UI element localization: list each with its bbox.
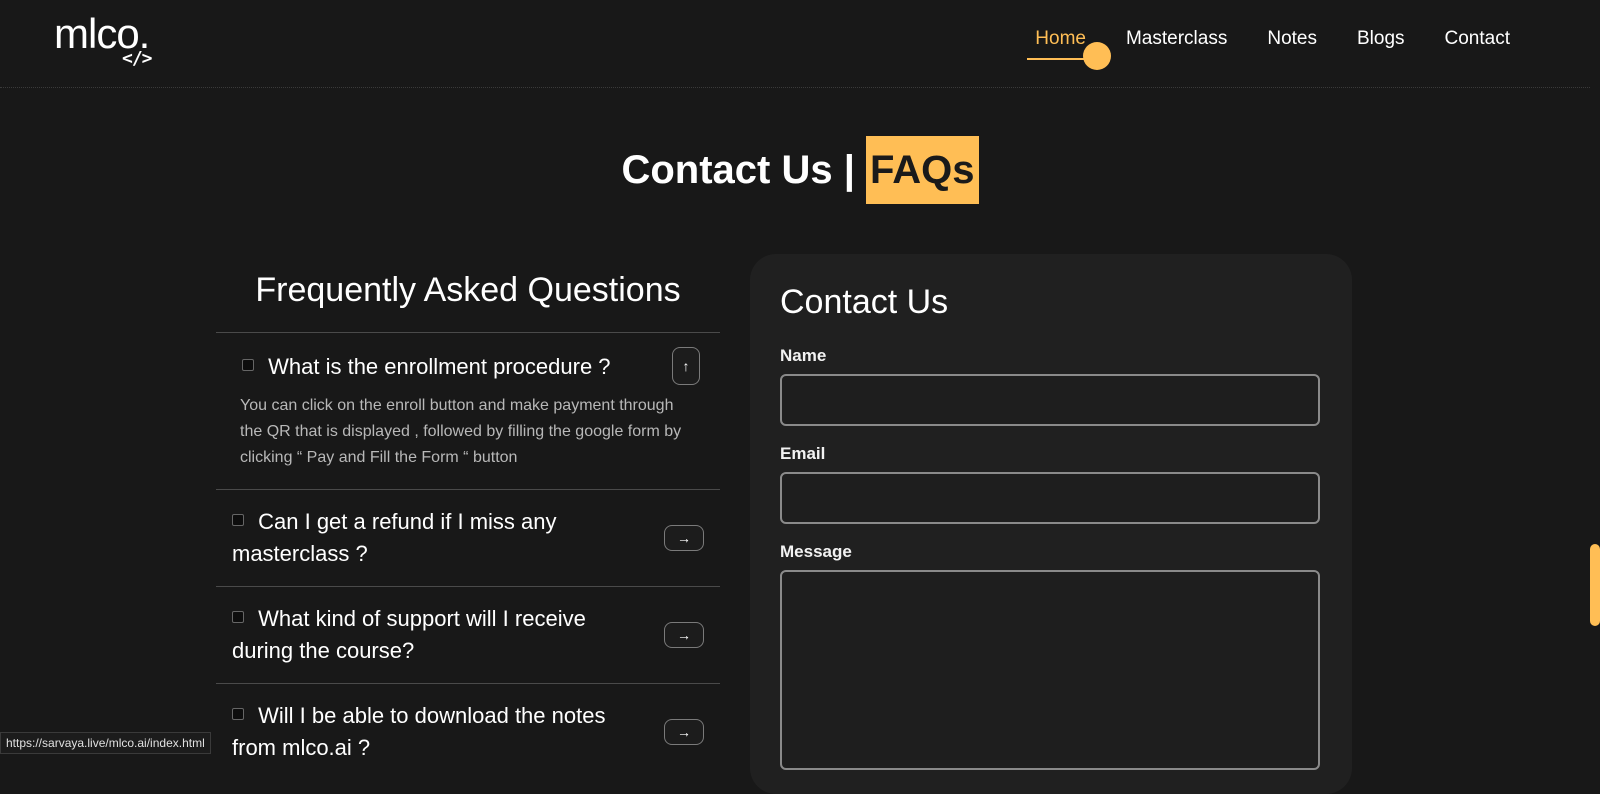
faq-checkbox[interactable] <box>232 611 244 623</box>
faq-item: What is the enrollment procedure ? ↑ You… <box>216 332 720 489</box>
faq-question-text: Can I get a refund if I miss any masterc… <box>232 509 557 566</box>
faq-section: Frequently Asked Questions What is the e… <box>216 268 720 780</box>
faq-checkbox[interactable] <box>232 514 244 526</box>
faq-item: Can I get a refund if I miss any masterc… <box>216 489 720 586</box>
contact-form-card: Contact Us Name Email Message <box>750 254 1352 794</box>
contact-title: Contact Us <box>780 280 1322 324</box>
faq-checkbox[interactable] <box>232 708 244 720</box>
name-label: Name <box>780 346 1322 366</box>
faq-item: Will I be able to download the notes fro… <box>216 683 720 780</box>
logo-code-icon: </> <box>122 48 152 69</box>
page-title-highlight: FAQs <box>866 136 978 204</box>
message-label: Message <box>780 542 1322 562</box>
faq-question-text: What kind of support will I receive duri… <box>232 606 586 663</box>
name-input[interactable] <box>780 374 1320 426</box>
arrow-right-icon[interactable]: → <box>664 719 704 745</box>
nav-contact[interactable]: Contact <box>1425 24 1530 54</box>
email-label: Email <box>780 444 1322 464</box>
site-header: mlco. </> Home Masterclass Notes Blogs C… <box>0 0 1590 88</box>
faq-checkbox[interactable] <box>242 359 254 371</box>
nav-masterclass[interactable]: Masterclass <box>1106 24 1247 54</box>
faq-question-text: Will I be able to download the notes fro… <box>232 703 605 760</box>
arrow-right-icon[interactable]: → <box>664 525 704 551</box>
faq-question-text: What is the enrollment procedure ? <box>268 354 610 379</box>
faq-question[interactable]: Will I be able to download the notes fro… <box>232 700 704 764</box>
page-title-main: Contact Us | <box>621 148 854 192</box>
faq-heading: Frequently Asked Questions <box>216 268 720 312</box>
nav-home-label: Home <box>1035 28 1086 49</box>
logo[interactable]: mlco. </> <box>54 10 166 68</box>
arrow-up-icon[interactable]: ↑ <box>672 347 700 385</box>
status-bar-url: https://sarvaya.live/mlco.ai/index.html <box>0 732 211 754</box>
page-title: Contact Us | FAQs <box>0 136 1600 204</box>
nav-blogs[interactable]: Blogs <box>1337 24 1425 54</box>
faq-item: What kind of support will I receive duri… <box>216 586 720 683</box>
cursor-dot <box>1083 42 1111 70</box>
page-scrollbar[interactable] <box>1590 544 1600 626</box>
faq-question[interactable]: Can I get a refund if I miss any masterc… <box>232 506 704 570</box>
arrow-right-icon[interactable]: → <box>664 622 704 648</box>
email-input[interactable] <box>780 472 1320 524</box>
faq-answer: You can click on the enroll button and m… <box>232 393 704 479</box>
faq-question[interactable]: What is the enrollment procedure ? <box>232 351 704 383</box>
faq-question[interactable]: What kind of support will I receive duri… <box>232 603 704 667</box>
nav-notes[interactable]: Notes <box>1247 24 1337 54</box>
message-textarea[interactable] <box>780 570 1320 770</box>
